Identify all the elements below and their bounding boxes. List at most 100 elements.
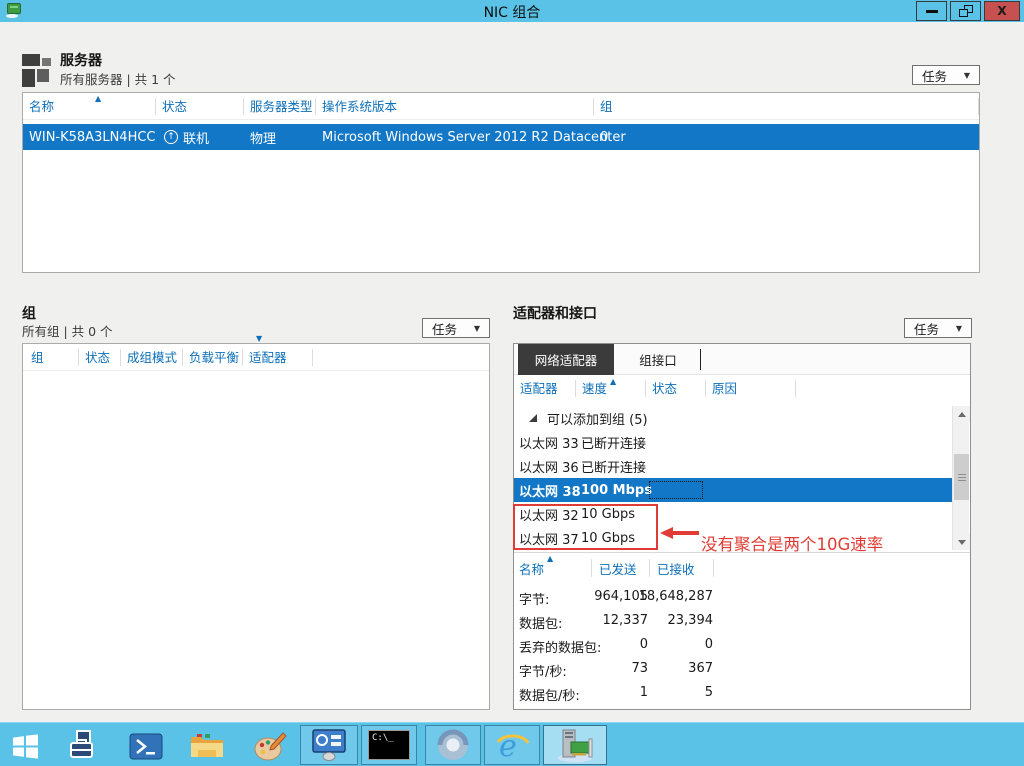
col-name[interactable]: 名称 [23,93,156,120]
server-teams-count: 0 [594,130,979,145]
tab-team-interfaces[interactable]: 组接口 [614,344,702,375]
command-prompt-button[interactable]: C:\_ [361,725,417,765]
dropdown-arrow-icon: ▼ [956,324,962,333]
minimize-button[interactable] [916,1,947,21]
teams-table: 组 状态 成组模式 负载平衡 适配器 [22,343,490,710]
col-os-version[interactable]: 操作系统版本 [316,93,594,120]
folder-icon [190,732,224,760]
sort-desc-icon: ▼ [256,335,262,343]
minimize-icon [926,10,938,13]
sort-asc-icon: ▲ [95,95,101,103]
swirl-app-icon [436,728,470,762]
col-sent[interactable]: 已发送 [599,559,637,578]
dropdown-arrow-icon: ▼ [964,71,970,80]
start-button[interactable] [10,728,40,764]
close-icon: X [997,4,1006,18]
col-state[interactable]: 状态 [646,375,706,402]
adapter-group-header[interactable]: 可以添加到组 (5) [514,406,953,430]
paint-button[interactable] [251,728,289,764]
internet-explorer-button[interactable]: e [484,725,540,765]
server-manager-button[interactable] [64,728,102,764]
servers-subtitle: 所有服务器 | 共 1 个 [60,69,176,88]
scrollbar-thumb[interactable] [954,454,969,500]
computer-management-icon [311,729,347,761]
servers-icon [22,52,52,88]
title-bar[interactable]: NIC 组合 X [0,0,1024,22]
tasks-label: 任务 [922,66,947,85]
stat-row: 字节/秒: 73 367 [514,657,970,681]
col-teaming-mode[interactable]: 成组模式 [121,344,183,371]
server-status: ↑ 联机 [156,128,244,147]
servers-table: 名称 状态 服务器类型 操作系统版本 组 WIN-K58A3LN4HCC ↑ 联… [22,92,980,273]
file-explorer-button[interactable] [188,728,226,764]
stat-row: 数据包: 12,337 23,394 [514,609,970,633]
teams-table-body [23,371,489,710]
focus-rectangle [649,481,703,499]
taskbar[interactable]: C:\_ e [0,722,1024,766]
teams-title: 组 [22,303,36,323]
teams-subtitle: 所有组 | 共 0 个 [22,321,113,340]
tasks-label: 任务 [432,319,457,338]
window-title: NIC 组合 [0,2,1024,22]
tasks-label: 任务 [914,319,939,338]
powershell-icon [129,733,163,760]
nic-teaming-app-button[interactable] [543,725,607,765]
tab-network-adapters[interactable]: 网络适配器 [518,344,614,375]
teams-table-header: 组 状态 成组模式 负载平衡 适配器 [23,344,489,371]
adapter-statistics: 名称 已发送 已接收 ▲ 字节: 964,105 18,648,287 数据包:… [514,552,970,709]
powershell-button[interactable] [127,728,165,764]
col-adapter[interactable]: 适配器 [514,375,576,402]
server-os: Microsoft Windows Server 2012 R2 Datacen… [316,130,594,145]
scroll-down-icon [958,540,966,545]
scrollbar[interactable] [952,406,969,550]
col-team[interactable]: 组 [23,344,79,371]
restore-button[interactable] [950,1,981,21]
expand-icon [529,414,537,422]
servers-title: 服务器 [60,50,102,70]
stat-row: 丢弃的数据包: 0 0 [514,633,970,657]
col-received[interactable]: 已接收 [657,559,695,578]
adapters-table-header: 适配器 速度 状态 原因 [514,375,970,401]
paint-palette-icon [254,731,287,762]
restore-icon [959,5,973,17]
command-prompt-icon: C:\_ [368,730,410,760]
annotation-text: 没有聚合是两个10G速率 [701,531,883,555]
swirl-app-button[interactable] [425,725,481,765]
server-name: WIN-K58A3LN4HCC [23,130,156,145]
tab-strip: 网络适配器 组接口 [514,344,970,375]
servers-tasks-button[interactable]: 任务 ▼ [912,65,980,85]
col-server-type[interactable]: 服务器类型 [244,93,316,120]
adapters-tasks-button[interactable]: 任务 ▼ [904,318,972,338]
server-type: 物理 [244,128,316,147]
online-status-icon: ↑ [164,130,178,144]
col-reason[interactable]: 原因 [706,375,796,402]
col-adapters[interactable]: 适配器 [243,344,313,371]
server-row[interactable]: WIN-K58A3LN4HCC ↑ 联机 物理 Microsoft Window… [23,124,979,150]
computer-management-button[interactable] [300,725,358,765]
stat-row: 字节: 964,105 18,648,287 [514,585,970,609]
text-cursor [700,349,701,370]
annotation-red-box [513,504,658,550]
scroll-down-button[interactable] [953,534,970,550]
col-status[interactable]: 状态 [156,93,244,120]
adapter-row-selected[interactable]: 以太网 38 100 Mbps [514,478,953,502]
dropdown-arrow-icon: ▼ [474,324,480,333]
col-load-balancing[interactable]: 负载平衡 [183,344,243,371]
adapter-row[interactable]: 以太网 36 已断开连接 [514,454,953,478]
scroll-up-icon [958,412,966,417]
servers-table-header: 名称 状态 服务器类型 操作系统版本 组 [23,93,979,120]
internet-explorer-icon: e [494,728,530,762]
server-manager-icon [68,730,98,762]
adapter-row[interactable]: 以太网 33 已断开连接 [514,430,953,454]
stats-header: 名称 已发送 已接收 ▲ [514,555,970,579]
col-stat-name[interactable]: 名称 [519,559,544,578]
scroll-up-button[interactable] [953,406,970,422]
col-teams[interactable]: 组 [594,93,979,120]
close-button[interactable]: X [984,1,1020,21]
nic-teaming-icon [555,728,595,763]
sort-asc-icon: ▲ [547,555,553,563]
teams-tasks-button[interactable]: 任务 ▼ [422,318,490,338]
windows-logo-icon [12,733,39,760]
svg-text:e: e [499,729,517,762]
col-team-status[interactable]: 状态 [79,344,121,371]
